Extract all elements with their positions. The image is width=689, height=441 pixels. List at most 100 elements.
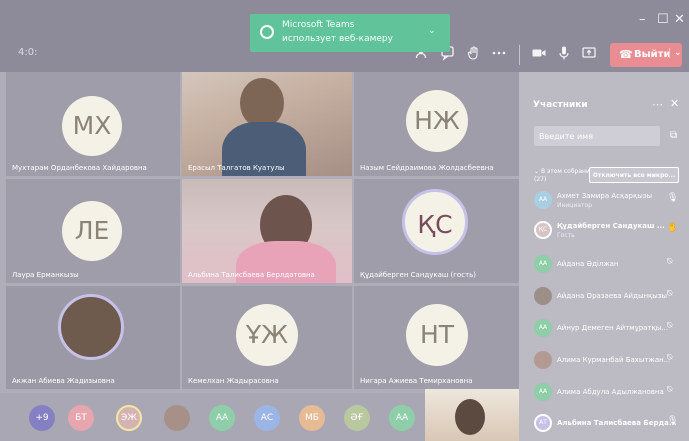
avatar [534,287,552,305]
participant-name: Алима Абдула Адылжановна [557,388,664,396]
participant-name: Нигара Ажиева Темирхановна [360,377,473,385]
avatar: МХ [62,96,122,156]
avatar: ҰЖ [236,304,298,366]
participant-list-item[interactable]: ҚС Құдайберген Сандукаш ... Гость ✋ [530,219,682,243]
participant-name: Альбина Талисбаева Берда... [557,419,677,427]
participant-list-item[interactable]: АТ Альбина Талисбаева Берда... 🎙 [530,412,682,436]
participant-video-tile[interactable]: Альбина Талисбаева Берлдатовна [182,179,352,283]
participant-list-item[interactable]: АА Ахмет Замира Асқарқызы Инициатор 🎙 [530,189,682,213]
participant-chip[interactable]: АС [254,405,280,431]
meeting-timer: 4:0: [18,47,38,58]
participant-name: Ахмет Замира Асқарқызы [557,192,652,200]
avatar: ҚС [402,189,468,255]
avatar: НЖ [406,90,468,152]
avatar: АА [534,191,552,209]
more-icon[interactable]: ⋯ [652,98,663,111]
avatar: НТ [406,304,468,366]
participant-list-item[interactable]: АА Алима Абдула Адылжановна ⍉ [530,381,682,405]
section-title: В этом собрании [540,168,594,175]
mic-icon: 🎙 [667,193,679,203]
participant-name: Құдайберген Сандукаш (гость) [360,271,477,279]
avatar [534,351,552,369]
raise-hand-icon: ✋ [667,223,679,233]
avatar: АА [534,383,552,401]
leave-label: Выйти [634,49,671,60]
toolbar-divider [519,45,520,65]
toast-message: использует веб-камеру [282,34,393,44]
toast-title: Microsoft Teams [282,20,355,30]
participant-name: Лаура Ерманкызы [12,271,79,279]
maximize-button[interactable]: ☐ [657,12,669,27]
avatar: ЛЕ [62,201,122,261]
close-icon[interactable]: ✕ [670,97,679,110]
mic-muted-icon: ⍉ [667,289,673,299]
participant-chip[interactable] [164,405,190,431]
participant-name: Мухтарам Орданбекова Хайдаровна [12,164,147,172]
more-participants-chip[interactable]: +9 [29,405,55,431]
avatar: ҚС [534,221,552,239]
avatar: АА [534,255,552,273]
participant-tile[interactable]: ҰЖ Кемелхан Жадырасовна [182,286,352,389]
avatar: АТ [534,414,552,432]
mic-muted-icon: ⍉ [667,321,673,331]
participant-tile[interactable]: МХ Мухтарам Орданбекова Хайдаровна [6,72,180,176]
mute-all-button[interactable]: Отключить все микро... [589,167,679,183]
participant-chip[interactable]: ӘҒ [344,405,370,431]
participant-chip[interactable]: АА [389,405,415,431]
participant-tile[interactable]: Акжан Абиева Жадизыовна [6,286,180,389]
participant-list-item[interactable]: Алима Курманбай Бахытжан... ⍉ [530,349,682,373]
participant-name: Ерасыл Талгатов Куатулы [188,164,285,172]
video-person [455,399,485,435]
participant-name: Кемелхан Жадырасовна [188,377,279,385]
participant-name: Айнур Демеген Айтмұратқы... [557,324,668,332]
participant-name: Құдайберген Сандукаш ... [557,222,665,230]
phone-hangup-icon: ☎ [619,48,633,61]
participant-tile[interactable]: НТ Нигара Ажиева Темирхановна [354,286,519,389]
participant-tile[interactable]: ҚС Құдайберген Сандукаш (гость) [354,179,519,283]
mic-muted-icon: ⍉ [667,353,673,363]
participant-list-item[interactable]: АА Айнур Демеген Айтмұратқы... ⍉ [530,317,682,341]
participant-name: Акжан Абиева Жадизыовна [12,377,115,385]
participant-role: Гость [557,232,575,239]
section-count: (27) [534,176,547,183]
chevron-down-icon: ⌄ [534,168,540,175]
participant-chip[interactable]: ЭЖ [116,405,142,431]
avatar: АА [534,319,552,337]
minimize-button[interactable]: – [639,12,646,27]
close-window-button[interactable]: ✕ [674,12,685,27]
self-view-video[interactable] [425,389,519,441]
camera-icon[interactable] [530,45,548,63]
participant-list-item[interactable]: Айдана Оразаева Айдынқызы ⍉ [530,285,682,309]
participant-tile[interactable]: НЖ Назым Сейдраимова Жолдасбеевна [354,72,519,176]
mic-icon: 🎙 [667,416,679,426]
camera-notification-toast[interactable]: Microsoft Teams использует веб-камеру ⌄ [250,14,450,52]
participant-name: Алима Курманбай Бахытжан... [557,356,671,364]
participant-chip[interactable]: БТ [68,405,94,431]
participant-chip[interactable]: МБ [299,405,325,431]
video-person [240,78,284,128]
panel-title: Участники [533,100,588,110]
participant-chip[interactable]: АА [209,405,235,431]
participant-role: Инициатор [557,202,592,209]
chevron-down-icon[interactable]: ⌄ [428,26,436,36]
mic-muted-icon: ⍉ [667,385,673,395]
invite-input[interactable] [534,126,660,146]
leave-button[interactable]: ☎ Выйти ⌄ [610,43,682,67]
share-link-icon[interactable]: ⧉ [670,130,677,141]
mic-muted-icon: ⍉ [667,257,673,267]
mic-icon[interactable] [555,45,573,63]
participant-name: Альбина Талисбаева Берлдатовна [188,271,315,279]
share-screen-icon[interactable] [580,45,598,63]
participant-name: Назым Сейдраимова Жолдасбеевна [360,164,494,172]
participant-video-tile[interactable]: Ерасыл Талгатов Куатулы [182,72,352,176]
participant-list-item[interactable]: АА Айдана Әділжан ⍉ [530,253,682,277]
more-icon[interactable] [490,45,508,63]
participant-name: Айдана Оразаева Айдынқызы [557,292,668,300]
participant-name: Айдана Әділжан [557,260,619,268]
section-header[interactable]: ⌄ В этом собрании (27) [534,168,594,184]
chevron-down-icon[interactable]: ⌄ [669,48,682,58]
raise-hand-icon[interactable] [465,45,483,63]
participant-tile[interactable]: ЛЕ Лаура Ерманкызы [6,179,180,283]
webcam-icon [260,25,274,39]
avatar [58,294,124,360]
